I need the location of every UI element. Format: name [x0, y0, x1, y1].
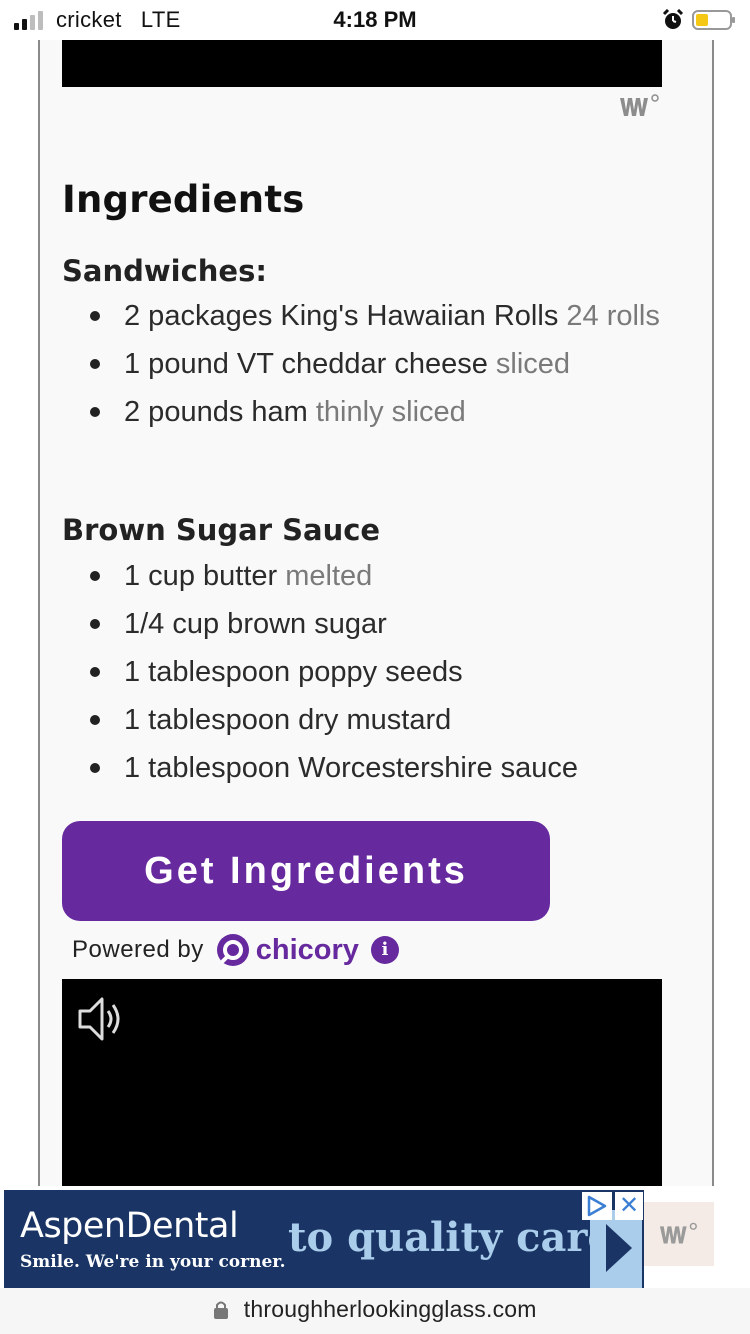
ingredient-item: 2 packages King's Hawaiian Rolls 24 roll…	[90, 292, 670, 340]
bullet	[90, 359, 100, 369]
ingredient-item: 1/4 cup brown sugar	[90, 600, 670, 648]
ingredient-item: 2 pounds ham thinly sliced	[90, 388, 670, 436]
ingredient-item: 1 cup butter melted	[90, 552, 670, 600]
group-title-brown-sugar-sauce: Brown Sugar Sauce	[62, 513, 381, 547]
battery-icon	[692, 10, 735, 30]
play-arrow-icon	[606, 1224, 632, 1272]
ingredient-item: 1 tablespoon Worcestershire sauce	[90, 744, 670, 792]
bullet	[90, 619, 100, 629]
wp-logo-badge	[644, 1202, 714, 1266]
wp-logo-icon	[620, 94, 659, 116]
ad-arrow-button[interactable]	[590, 1210, 642, 1288]
ad-banner[interactable]: AspenDental Smile. We're in your corner.…	[4, 1190, 644, 1288]
video-player[interactable]	[62, 979, 662, 1186]
get-ingredients-button[interactable]: Get Ingredients	[62, 821, 550, 921]
chicory-logo-icon	[216, 934, 249, 966]
article-content: Ingredients Sandwiches: 2 packages King'…	[38, 40, 714, 1186]
ingredients-heading: Ingredients	[62, 178, 305, 221]
bullet	[90, 667, 100, 677]
ingredient-item: 1 tablespoon poppy seeds	[90, 648, 670, 696]
ad-brand: AspenDental	[20, 1206, 239, 1246]
ingredient-list-sandwiches: 2 packages King's Hawaiian Rolls 24 roll…	[90, 292, 670, 436]
signal-icon	[14, 11, 43, 30]
video-player-top[interactable]	[62, 40, 662, 87]
bullet	[90, 407, 100, 417]
powered-by-label: Powered by	[72, 936, 204, 963]
ingredient-item: 1 pound VT cheddar cheese sliced	[90, 340, 670, 388]
carrier-label: cricket LTE	[56, 7, 181, 32]
adchoices-icon[interactable]	[582, 1192, 612, 1220]
alarm-icon	[662, 9, 684, 29]
url-text[interactable]: throughherlookingglass.com	[244, 1296, 537, 1322]
status-bar: cricket LTE 4:18 PM	[0, 0, 750, 40]
group-title-sandwiches: Sandwiches:	[62, 254, 267, 288]
ad-message: to quality care	[288, 1214, 613, 1261]
ad-tagline: Smile. We're in your corner.	[20, 1252, 286, 1272]
ingredient-item: 1 tablespoon dry mustard	[90, 696, 670, 744]
bullet	[90, 763, 100, 773]
info-icon[interactable]: i	[370, 936, 399, 964]
ingredient-list-sauce: 1 cup butter melted 1/4 cup brown sugar …	[90, 552, 670, 792]
powered-by-chicory[interactable]: Powered by chicory i	[72, 928, 399, 972]
url-bar[interactable]: throughherlookingglass.com	[0, 1288, 750, 1334]
bullet	[90, 571, 100, 581]
speaker-icon[interactable]	[76, 993, 128, 1045]
bullet	[90, 715, 100, 725]
url-container: throughherlookingglass.com	[0, 1296, 750, 1323]
wp-logo-icon	[659, 1222, 697, 1244]
chicory-brand: chicory	[255, 933, 359, 966]
close-icon[interactable]: ✕	[615, 1192, 643, 1220]
bullet	[90, 311, 100, 321]
lock-icon	[214, 1301, 229, 1319]
